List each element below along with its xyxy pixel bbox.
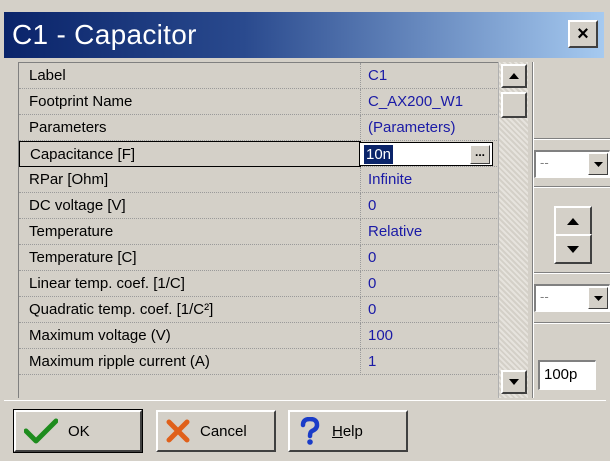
chevron-down-icon — [593, 161, 603, 167]
property-name: Label — [19, 63, 361, 89]
property-name: Linear temp. coef. [1/C] — [19, 271, 361, 297]
arrow-down-icon — [509, 379, 519, 385]
unit-combo-2-value: -- — [540, 289, 549, 304]
property-value[interactable]: Relative — [362, 219, 498, 245]
arrow-up-icon — [567, 217, 579, 225]
property-name: Footprint Name — [19, 89, 361, 115]
property-value[interactable]: 0 — [362, 245, 498, 271]
property-row-parameters[interactable]: Parameters (Parameters) — [19, 115, 498, 141]
title-bar[interactable]: C1 - Capacitor × — [4, 12, 604, 58]
property-row-maximum-voltage[interactable]: Maximum voltage (V) 100 — [19, 323, 498, 349]
help-button[interactable]: Help — [288, 410, 408, 452]
scroll-up-button[interactable] — [501, 64, 527, 88]
dropdown-button[interactable] — [588, 153, 608, 175]
property-row-label[interactable]: Label C1 — [19, 63, 498, 89]
value-preview-field[interactable]: 100p — [538, 360, 596, 390]
property-name: Temperature — [19, 219, 361, 245]
capacitor-properties-dialog: C1 - Capacitor × Label C1 Footprint Name… — [0, 0, 610, 461]
dialog-title: C1 - Capacitor — [12, 19, 197, 50]
close-button[interactable]: × — [568, 20, 598, 48]
property-name: Maximum ripple current (A) — [19, 349, 361, 375]
check-icon — [24, 418, 58, 444]
property-row-linear-temp-coef[interactable]: Linear temp. coef. [1/C] 0 — [19, 271, 498, 297]
property-name: RPar [Ohm] — [19, 167, 361, 193]
arrow-up-icon — [509, 73, 519, 79]
divider — [534, 272, 610, 274]
property-name: Parameters — [19, 115, 361, 141]
capacitance-input-value[interactable]: 10n — [364, 145, 394, 164]
divider — [534, 322, 610, 324]
property-value[interactable]: 0 — [362, 271, 498, 297]
property-value[interactable]: 0 — [362, 297, 498, 323]
property-row-dc-voltage[interactable]: DC voltage [V] 0 — [19, 193, 498, 219]
arrow-down-icon — [567, 245, 579, 253]
property-name: Temperature [C] — [19, 245, 361, 271]
divider — [534, 186, 610, 188]
unit-combo-1[interactable]: -- — [534, 150, 610, 178]
property-row-temperature-mode[interactable]: Temperature Relative — [19, 219, 498, 245]
property-value[interactable]: (Parameters) — [362, 115, 498, 141]
property-grid: Label C1 Footprint Name C_AX200_W1 Param… — [18, 62, 498, 398]
property-value[interactable]: Infinite — [362, 167, 498, 193]
property-value[interactable]: C_AX200_W1 — [362, 89, 498, 115]
close-icon: × — [577, 22, 589, 45]
property-name: Quadratic temp. coef. [1/C²] — [19, 297, 361, 323]
cancel-label: Cancel — [200, 422, 247, 440]
x-icon — [166, 419, 190, 443]
property-row-footprint-name[interactable]: Footprint Name C_AX200_W1 — [19, 89, 498, 115]
ok-button[interactable]: OK — [13, 409, 143, 453]
chevron-down-icon — [593, 295, 603, 301]
property-value[interactable]: 0 — [362, 193, 498, 219]
question-icon — [300, 417, 320, 445]
move-up-button[interactable] — [554, 206, 592, 236]
cancel-button[interactable]: Cancel — [156, 410, 276, 452]
property-name: DC voltage [V] — [19, 193, 361, 219]
property-name: Capacitance [F] — [19, 141, 361, 167]
panel-divider — [532, 62, 534, 398]
property-row-temperature[interactable]: Temperature [C] 0 — [19, 245, 498, 271]
scroll-thumb[interactable] — [501, 92, 527, 118]
ok-label: OK — [68, 422, 90, 440]
scroll-down-button[interactable] — [501, 370, 527, 394]
vertical-scrollbar[interactable] — [498, 62, 528, 398]
help-label: Help — [332, 422, 363, 440]
property-name: Maximum voltage (V) — [19, 323, 361, 349]
property-row-quadratic-temp-coef[interactable]: Quadratic temp. coef. [1/C²] 0 — [19, 297, 498, 323]
dropdown-button[interactable] — [588, 287, 608, 309]
divider — [534, 138, 610, 140]
unit-combo-1-value: -- — [540, 155, 549, 170]
property-value[interactable]: C1 — [362, 63, 498, 89]
browse-button[interactable]: ... — [470, 145, 490, 164]
capacitance-edit-field[interactable]: 10n ... — [359, 142, 493, 166]
property-row-rpar[interactable]: RPar [Ohm] Infinite — [19, 167, 498, 193]
property-row-capacitance[interactable]: Capacitance [F] 10n ... — [19, 141, 498, 167]
unit-combo-2[interactable]: -- — [534, 284, 610, 312]
property-row-maximum-ripple-current[interactable]: Maximum ripple current (A) 1 — [19, 349, 498, 375]
property-value[interactable]: 100 — [362, 323, 498, 349]
move-down-button[interactable] — [554, 234, 592, 264]
property-value[interactable]: 1 — [362, 349, 498, 375]
